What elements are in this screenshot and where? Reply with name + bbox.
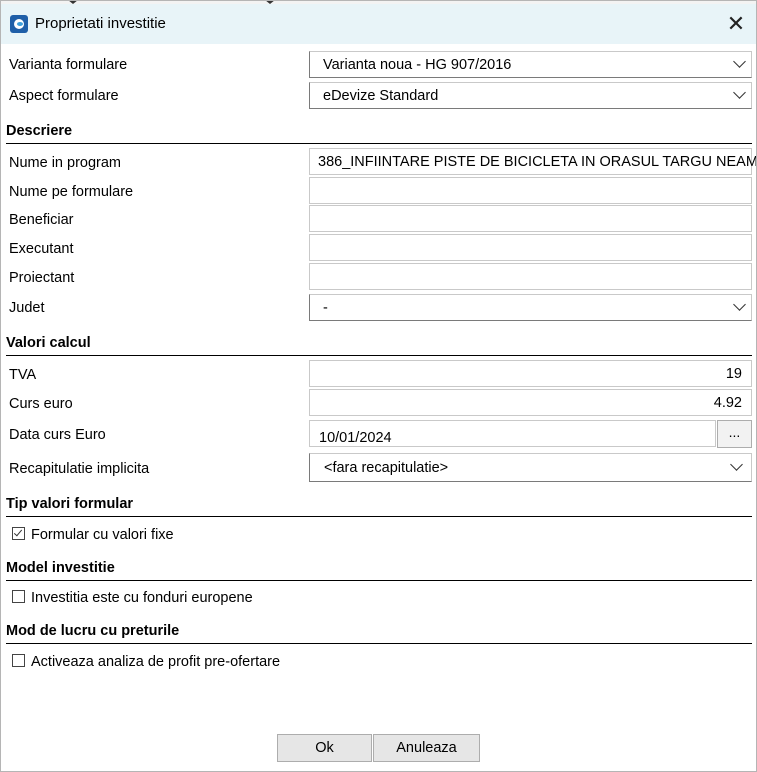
analiza-profit-label: Activeaza analiza de profit pre-ofertare (31, 654, 281, 670)
chevron-down-icon (68, 0, 78, 4)
window-title: Proprietati investitie (35, 15, 166, 32)
recapitulatie-label: Recapitulatie implicita (9, 461, 150, 477)
valori-calcul-header: Valori calcul (6, 335, 752, 356)
tip-valori-header: Tip valori formular (6, 496, 752, 517)
varianta-label: Varianta formulare (9, 57, 128, 73)
ok-button[interactable]: Ok (277, 734, 372, 762)
judet-label: Judet (9, 300, 45, 316)
aspect-value: eDevize Standard (323, 88, 439, 104)
app-logo-icon (10, 15, 28, 33)
valori-fixe-label: Formular cu valori fixe (31, 527, 174, 543)
judet-value: - (323, 300, 328, 316)
cancel-button[interactable]: Anuleaza (373, 734, 480, 762)
date-picker-button[interactable]: ... (717, 420, 752, 448)
varianta-select[interactable]: Varianta noua - HG 907/2016 (309, 51, 752, 78)
beneficiar-label: Beneficiar (9, 212, 74, 228)
fonduri-europene-checkbox[interactable]: Investitia este cu fonduri europene (12, 590, 253, 606)
tva-input[interactable]: 19 (309, 360, 752, 387)
fonduri-europene-label: Investitia este cu fonduri europene (31, 590, 253, 606)
aspect-select[interactable]: eDevize Standard (309, 82, 752, 109)
judet-select[interactable]: - (309, 294, 752, 321)
tva-label: TVA (9, 367, 37, 383)
nume-program-value: 386_INFIINTARE PISTE DE BICICLETA IN ORA… (318, 154, 757, 170)
descriere-header: Descriere (6, 123, 752, 144)
beneficiar-input[interactable] (309, 205, 752, 232)
analiza-profit-checkbox[interactable]: Activeaza analiza de profit pre-ofertare (12, 654, 280, 670)
data-curs-input[interactable]: 10/01/2024 (309, 420, 716, 447)
recapitulatie-value: <fara recapitulatie> (324, 460, 449, 476)
recapitulatie-select[interactable]: <fara recapitulatie> (309, 453, 752, 482)
nume-formulare-label: Nume pe formulare (9, 184, 134, 200)
proiectant-input[interactable] (309, 263, 752, 290)
chevron-down-icon (733, 55, 746, 68)
chevron-down-icon (733, 298, 746, 311)
checkbox-unchecked-icon[interactable] (12, 654, 25, 667)
executant-input[interactable] (309, 234, 752, 261)
close-icon[interactable]: ✕ (721, 10, 751, 38)
varianta-value: Varianta noua - HG 907/2016 (323, 57, 512, 73)
curs-euro-label: Curs euro (9, 396, 73, 412)
checkbox-unchecked-icon[interactable] (12, 590, 25, 603)
curs-euro-value: 4.92 (713, 395, 742, 411)
checkbox-checked-icon[interactable] (12, 527, 25, 540)
data-curs-label: Data curs Euro (9, 427, 106, 443)
chevron-down-icon (733, 86, 746, 99)
data-curs-value: 10/01/2024 (319, 430, 392, 446)
tva-value: 19 (725, 366, 742, 382)
executant-label: Executant (9, 241, 74, 257)
curs-euro-input[interactable]: 4.92 (309, 389, 752, 416)
nume-program-input[interactable]: 386_INFIINTARE PISTE DE BICICLETA IN ORA… (309, 148, 757, 175)
background-window-strip (0, 0, 757, 4)
chevron-down-icon (730, 458, 743, 471)
nume-program-label: Nume in program (9, 155, 122, 171)
valori-fixe-checkbox[interactable]: Formular cu valori fixe (12, 527, 174, 543)
model-investitie-header: Model investitie (6, 560, 752, 581)
mod-lucru-header: Mod de lucru cu preturile (6, 623, 752, 644)
chevron-down-icon (265, 0, 275, 4)
proiectant-label: Proiectant (9, 270, 75, 286)
title-bar: Proprietati investitie ✕ (0, 0, 757, 44)
aspect-label: Aspect formulare (9, 88, 119, 104)
nume-formulare-input[interactable] (309, 177, 752, 204)
